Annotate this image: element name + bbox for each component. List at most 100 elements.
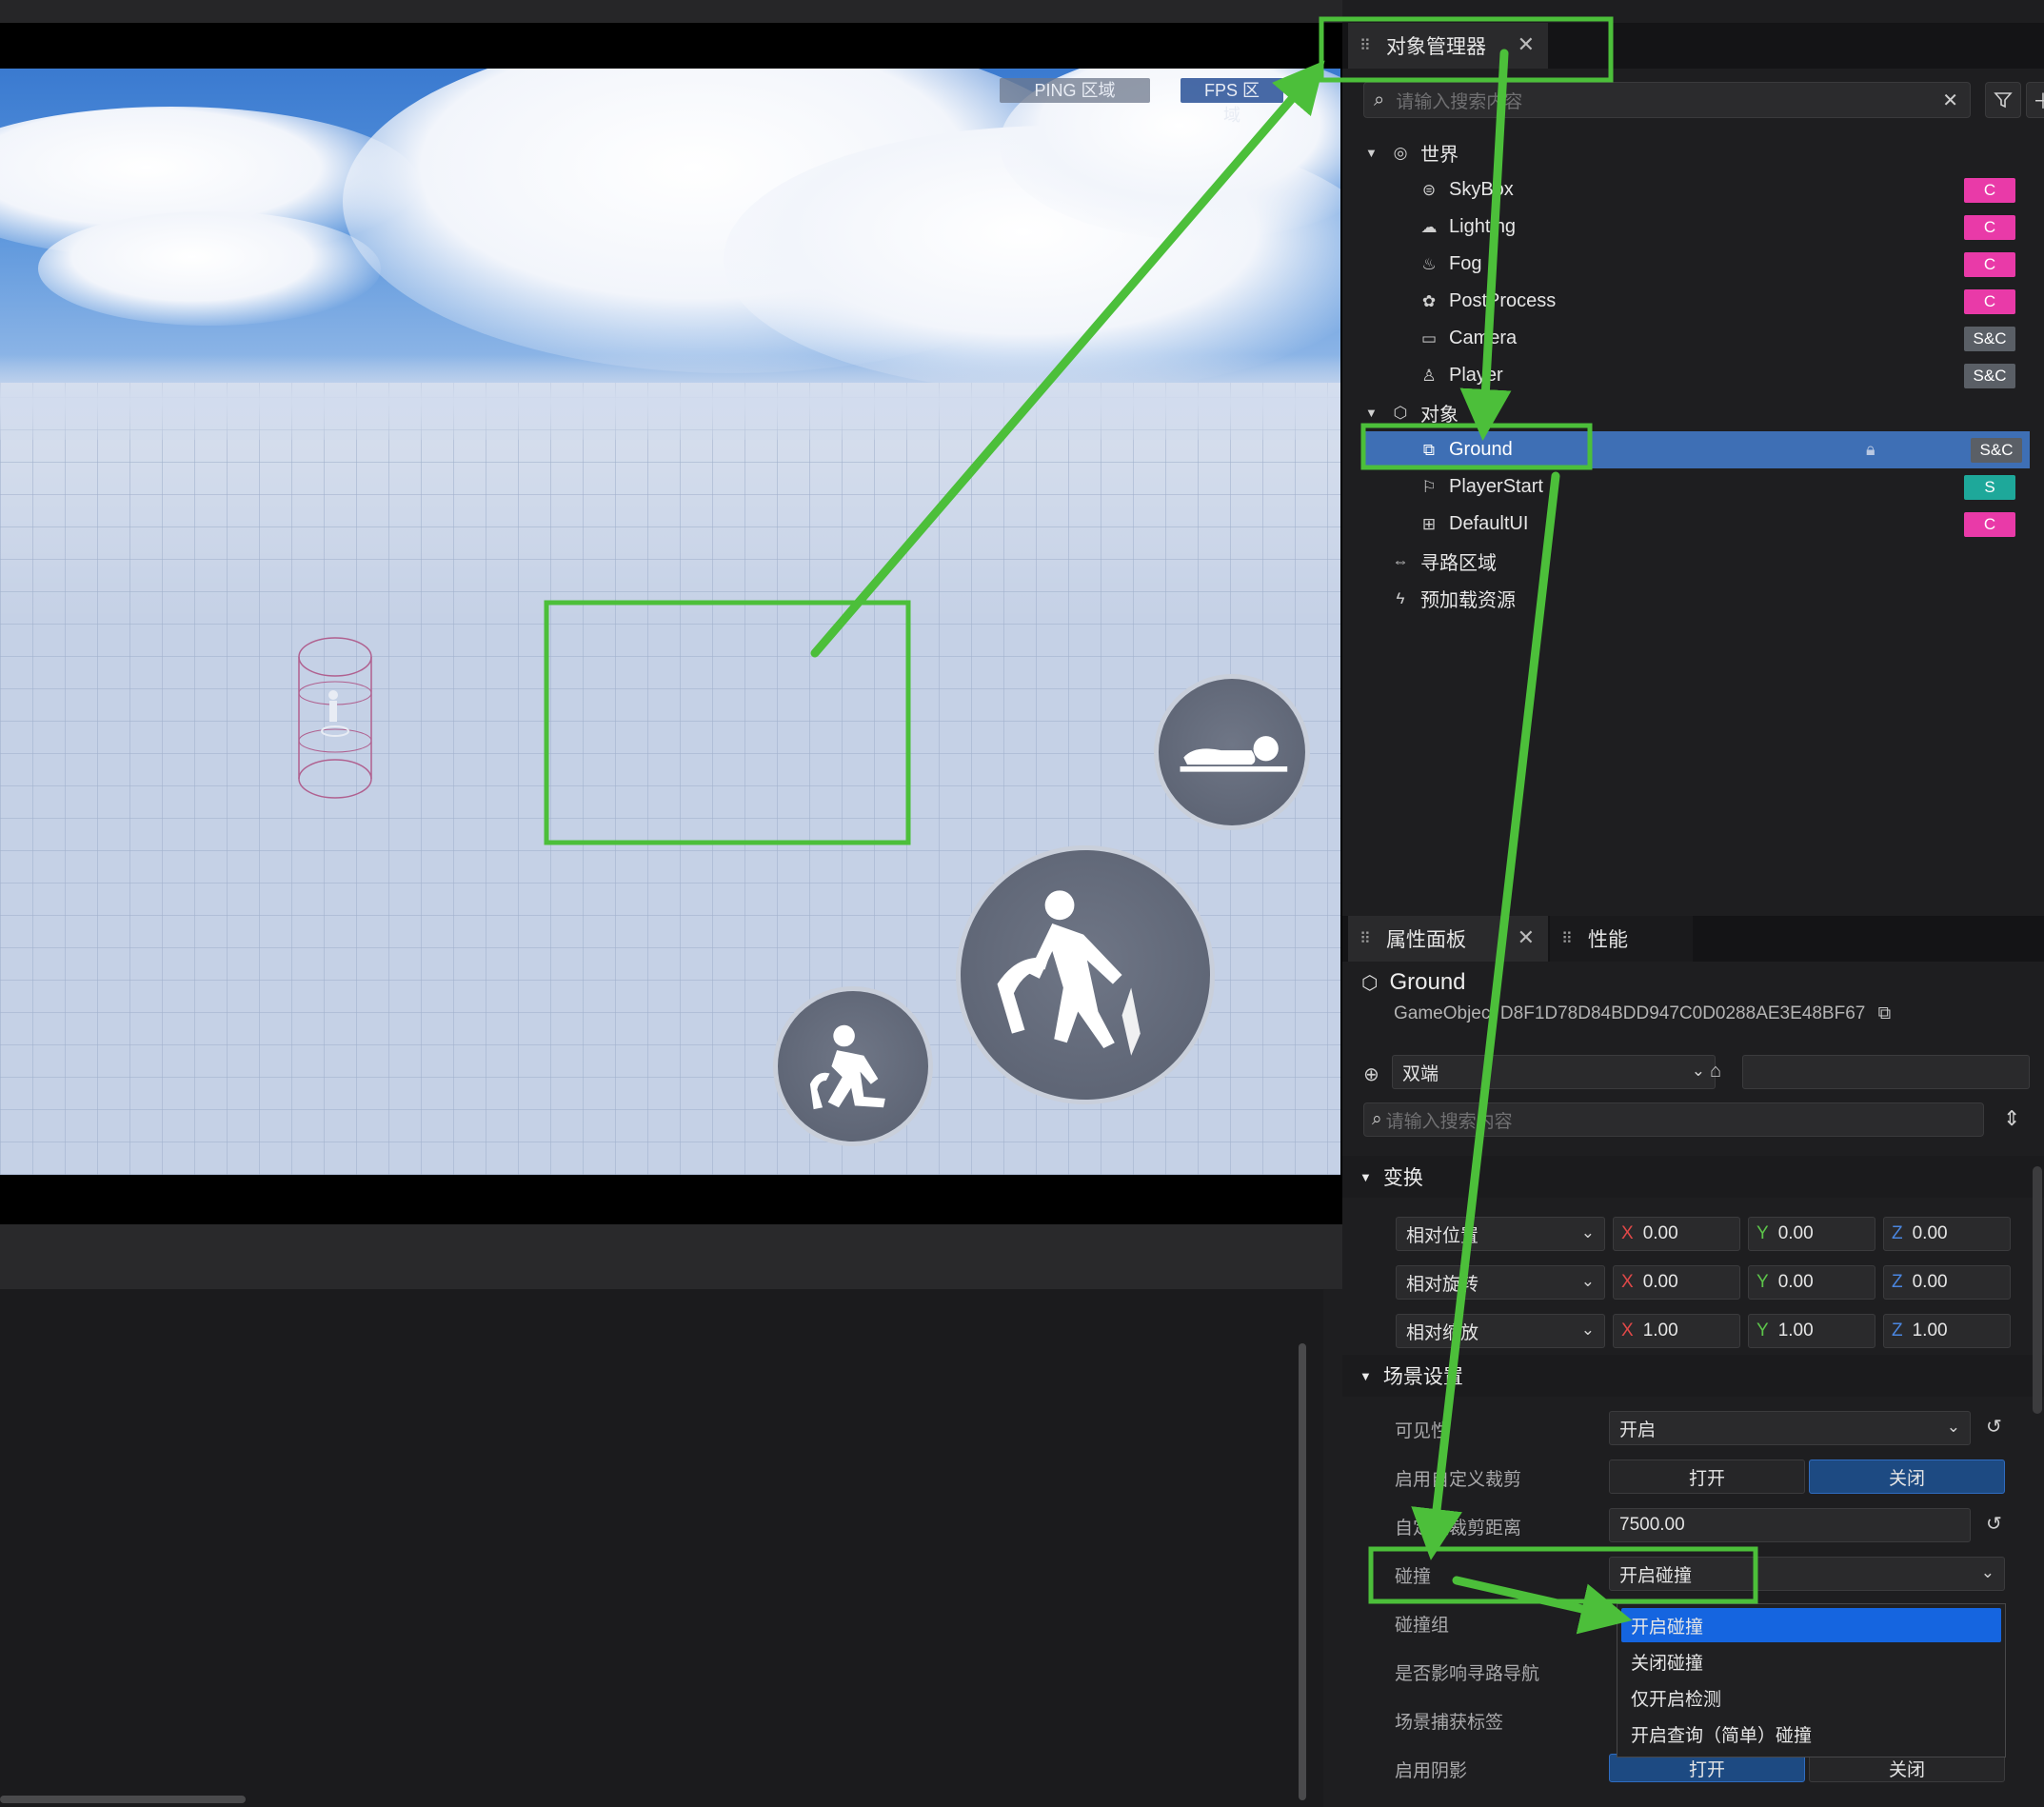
output-vertical-scrollbar[interactable] bbox=[1299, 1343, 1306, 1800]
shadow-open-button[interactable]: 打开 bbox=[1609, 1754, 1805, 1782]
tree-item-world[interactable]: ▼ ◎ 世界 bbox=[1342, 134, 2044, 171]
tab-properties[interactable]: ⠿ 属性面板 ✕ bbox=[1348, 916, 1548, 962]
caret-down-icon[interactable]: ▼ bbox=[1359, 1170, 1372, 1184]
navmesh-icon: ⇔ bbox=[1392, 551, 1409, 570]
tree-item-skybox[interactable]: ⊜ SkyBox C bbox=[1342, 171, 2044, 208]
output-horizontal-scrollbar[interactable] bbox=[0, 1796, 246, 1803]
caret-down-icon[interactable]: ▼ bbox=[1359, 1369, 1372, 1383]
position-x-input[interactable]: X 0.00 bbox=[1613, 1217, 1740, 1251]
filter-icon bbox=[1994, 92, 2013, 109]
transform-mode-select[interactable]: 相对位置 ⌄ bbox=[1396, 1217, 1605, 1251]
property-scrollbar[interactable] bbox=[2033, 1166, 2042, 1414]
scale-y-input[interactable]: Y 1.00 bbox=[1748, 1314, 1875, 1348]
dropdown-option[interactable]: 开启查询（简单）碰撞 bbox=[1621, 1717, 2001, 1751]
clear-icon[interactable]: ✕ bbox=[1942, 89, 1958, 112]
copy-icon[interactable]: ⧉ bbox=[1878, 1003, 1892, 1023]
tree-item-label: Lighting bbox=[1449, 216, 1517, 237]
rotation-y-input[interactable]: Y 0.00 bbox=[1748, 1265, 1875, 1300]
output-content bbox=[0, 1289, 1323, 1807]
drag-grip-icon[interactable]: ⠿ bbox=[1561, 929, 1575, 948]
filter-button[interactable] bbox=[1985, 82, 2021, 118]
add-object-button[interactable]: ＋ bbox=[2026, 82, 2044, 118]
tab-performance[interactable]: ⠿ 性能 bbox=[1550, 916, 1693, 962]
value: 1.00 bbox=[1642, 1320, 1678, 1340]
reset-icon[interactable]: ↺ bbox=[1986, 1415, 2002, 1439]
object-guid: GameObject D8F1D78D84BDD947C0D0288AE3E48… bbox=[1394, 1003, 1891, 1024]
tag-input[interactable] bbox=[1742, 1055, 2030, 1089]
scale-z-input[interactable]: Z 1.00 bbox=[1883, 1314, 2011, 1348]
cull-distance-input[interactable]: 7500.00 bbox=[1609, 1508, 1971, 1542]
tag-badge: S&C bbox=[1971, 437, 2022, 463]
position-y-input[interactable]: Y 0.00 bbox=[1748, 1217, 1875, 1251]
object-search-input[interactable]: ⌕ 请输入搜索内容 ✕ bbox=[1363, 82, 1971, 118]
search-placeholder: 请输入搜索内容 bbox=[1396, 91, 1523, 112]
cube-icon: ⬡ bbox=[1361, 972, 1379, 994]
caret-down-icon[interactable]: ▼ bbox=[1365, 146, 1378, 160]
transform-mode-select[interactable]: 相对旋转 ⌄ bbox=[1396, 1265, 1605, 1300]
plus-icon: ＋ bbox=[2032, 89, 2044, 113]
prone-button[interactable] bbox=[1154, 674, 1310, 830]
scale-x-input[interactable]: X 1.00 bbox=[1613, 1314, 1740, 1348]
section-title: 场景设置 bbox=[1382, 1366, 1463, 1388]
section-title: 变换 bbox=[1382, 1167, 1423, 1189]
rotation-z-input[interactable]: Z 0.00 bbox=[1883, 1265, 2011, 1300]
tree-item-camera[interactable]: ▭ Camera S&C bbox=[1342, 320, 2044, 357]
dropdown-option[interactable]: 开启碰撞 bbox=[1621, 1608, 2001, 1642]
tab-object-manager[interactable]: ⠿ 对象管理器 ✕ bbox=[1348, 23, 1548, 69]
drag-grip-icon[interactable]: ⠿ bbox=[1359, 36, 1373, 55]
tab-label: 属性面板 bbox=[1386, 929, 1466, 951]
tree-item-navmesh[interactable]: ⇔ 寻路区域 bbox=[1342, 543, 2044, 580]
shadow-close-button[interactable]: 关闭 bbox=[1809, 1754, 2005, 1782]
tag-badge: S bbox=[1964, 474, 2015, 500]
caret-down-icon[interactable]: ▼ bbox=[1365, 406, 1378, 420]
jump-button[interactable] bbox=[956, 845, 1215, 1104]
tree-item-defaultui[interactable]: ⊞ DefaultUI C bbox=[1342, 506, 2044, 543]
collision-group-label: 碰撞组 bbox=[1395, 1616, 1450, 1636]
visibility-select[interactable]: 开启 ⌄ bbox=[1609, 1411, 1971, 1445]
tree-item-objects[interactable]: ▼ ⬡ 对象 bbox=[1342, 394, 2044, 431]
close-icon[interactable]: ✕ bbox=[1518, 32, 1535, 57]
transform-mode-select[interactable]: 相对缩放 ⌄ bbox=[1396, 1314, 1605, 1348]
cloud bbox=[38, 211, 381, 326]
tree-item-playerstart[interactable]: ⚐ PlayerStart S bbox=[1342, 468, 2044, 506]
axis-z-label: Z bbox=[1892, 1320, 1903, 1340]
tree-item-player[interactable]: ♙ Player S&C bbox=[1342, 357, 2044, 394]
transform-label: 相对旋转 bbox=[1406, 1274, 1479, 1295]
value: 1.00 bbox=[1912, 1320, 1948, 1340]
tree-item-lighting[interactable]: ☁ Lighting C bbox=[1342, 208, 2044, 246]
tag-badge: C bbox=[1964, 251, 2015, 277]
rotation-x-input[interactable]: X 0.00 bbox=[1613, 1265, 1740, 1300]
right-panels: ⠿ 对象管理器 ✕ ⌕ 请输入搜索内容 ✕ ＋ ▼ ◎ 世界 ⊜ SkyBox … bbox=[1342, 0, 2044, 1807]
guid-text: GameObject D8F1D78D84BDD947C0D0288AE3E48… bbox=[1394, 1003, 1866, 1023]
tag-badge: C bbox=[1964, 177, 2015, 203]
close-icon[interactable]: ✕ bbox=[1518, 925, 1535, 950]
tree-item-label: Fog bbox=[1449, 253, 1482, 274]
tree-item-ground[interactable]: ⧉ Ground 🔒︎ S&C bbox=[1363, 431, 2030, 468]
button-label: 关闭 bbox=[1888, 1759, 1925, 1780]
reset-icon[interactable]: ↺ bbox=[1986, 1512, 2002, 1536]
section-transform[interactable]: ▼ 变换 bbox=[1342, 1156, 2044, 1198]
property-search-input[interactable]: ⌕ 请输入搜索内容 bbox=[1363, 1102, 1984, 1137]
value: 1.00 bbox=[1777, 1320, 1814, 1340]
crouch-button[interactable] bbox=[773, 986, 933, 1146]
game-viewport[interactable]: PING 区域 FPS 区域 bbox=[0, 69, 1340, 1175]
dropdown-option[interactable]: 仅开启检测 bbox=[1621, 1680, 2001, 1715]
visibility-value: 开启 bbox=[1619, 1420, 1657, 1440]
tree-item-postprocess[interactable]: ✿ PostProcess C bbox=[1342, 283, 2044, 320]
custom-cull-close-button[interactable]: 关闭 bbox=[1809, 1460, 2005, 1494]
section-scene-settings[interactable]: ▼ 场景设置 bbox=[1342, 1355, 2044, 1397]
tree-item-label: PlayerStart bbox=[1449, 476, 1543, 497]
object-name: Ground bbox=[1389, 969, 1466, 995]
position-z-input[interactable]: Z 0.00 bbox=[1883, 1217, 2011, 1251]
dropdown-option[interactable]: 关闭碰撞 bbox=[1621, 1644, 2001, 1678]
collision-select[interactable]: 开启碰撞 ⌄ bbox=[1609, 1557, 2005, 1591]
collapse-all-icon[interactable]: ⇕ bbox=[2003, 1106, 2020, 1131]
net-mode-select[interactable]: 双端 ⌄ bbox=[1392, 1055, 1716, 1089]
fog-icon: ♨ bbox=[1421, 254, 1437, 273]
tree-item-fog[interactable]: ♨ Fog C bbox=[1342, 246, 2044, 283]
custom-cull-open-button[interactable]: 打开 bbox=[1609, 1460, 1805, 1494]
lock-icon[interactable]: 🔒︎ bbox=[1866, 440, 1875, 460]
tree-item-label: 预加载资源 bbox=[1420, 590, 1516, 611]
drag-grip-icon[interactable]: ⠿ bbox=[1359, 929, 1373, 948]
tree-item-preload[interactable]: ϟ 预加载资源 bbox=[1342, 580, 2044, 617]
